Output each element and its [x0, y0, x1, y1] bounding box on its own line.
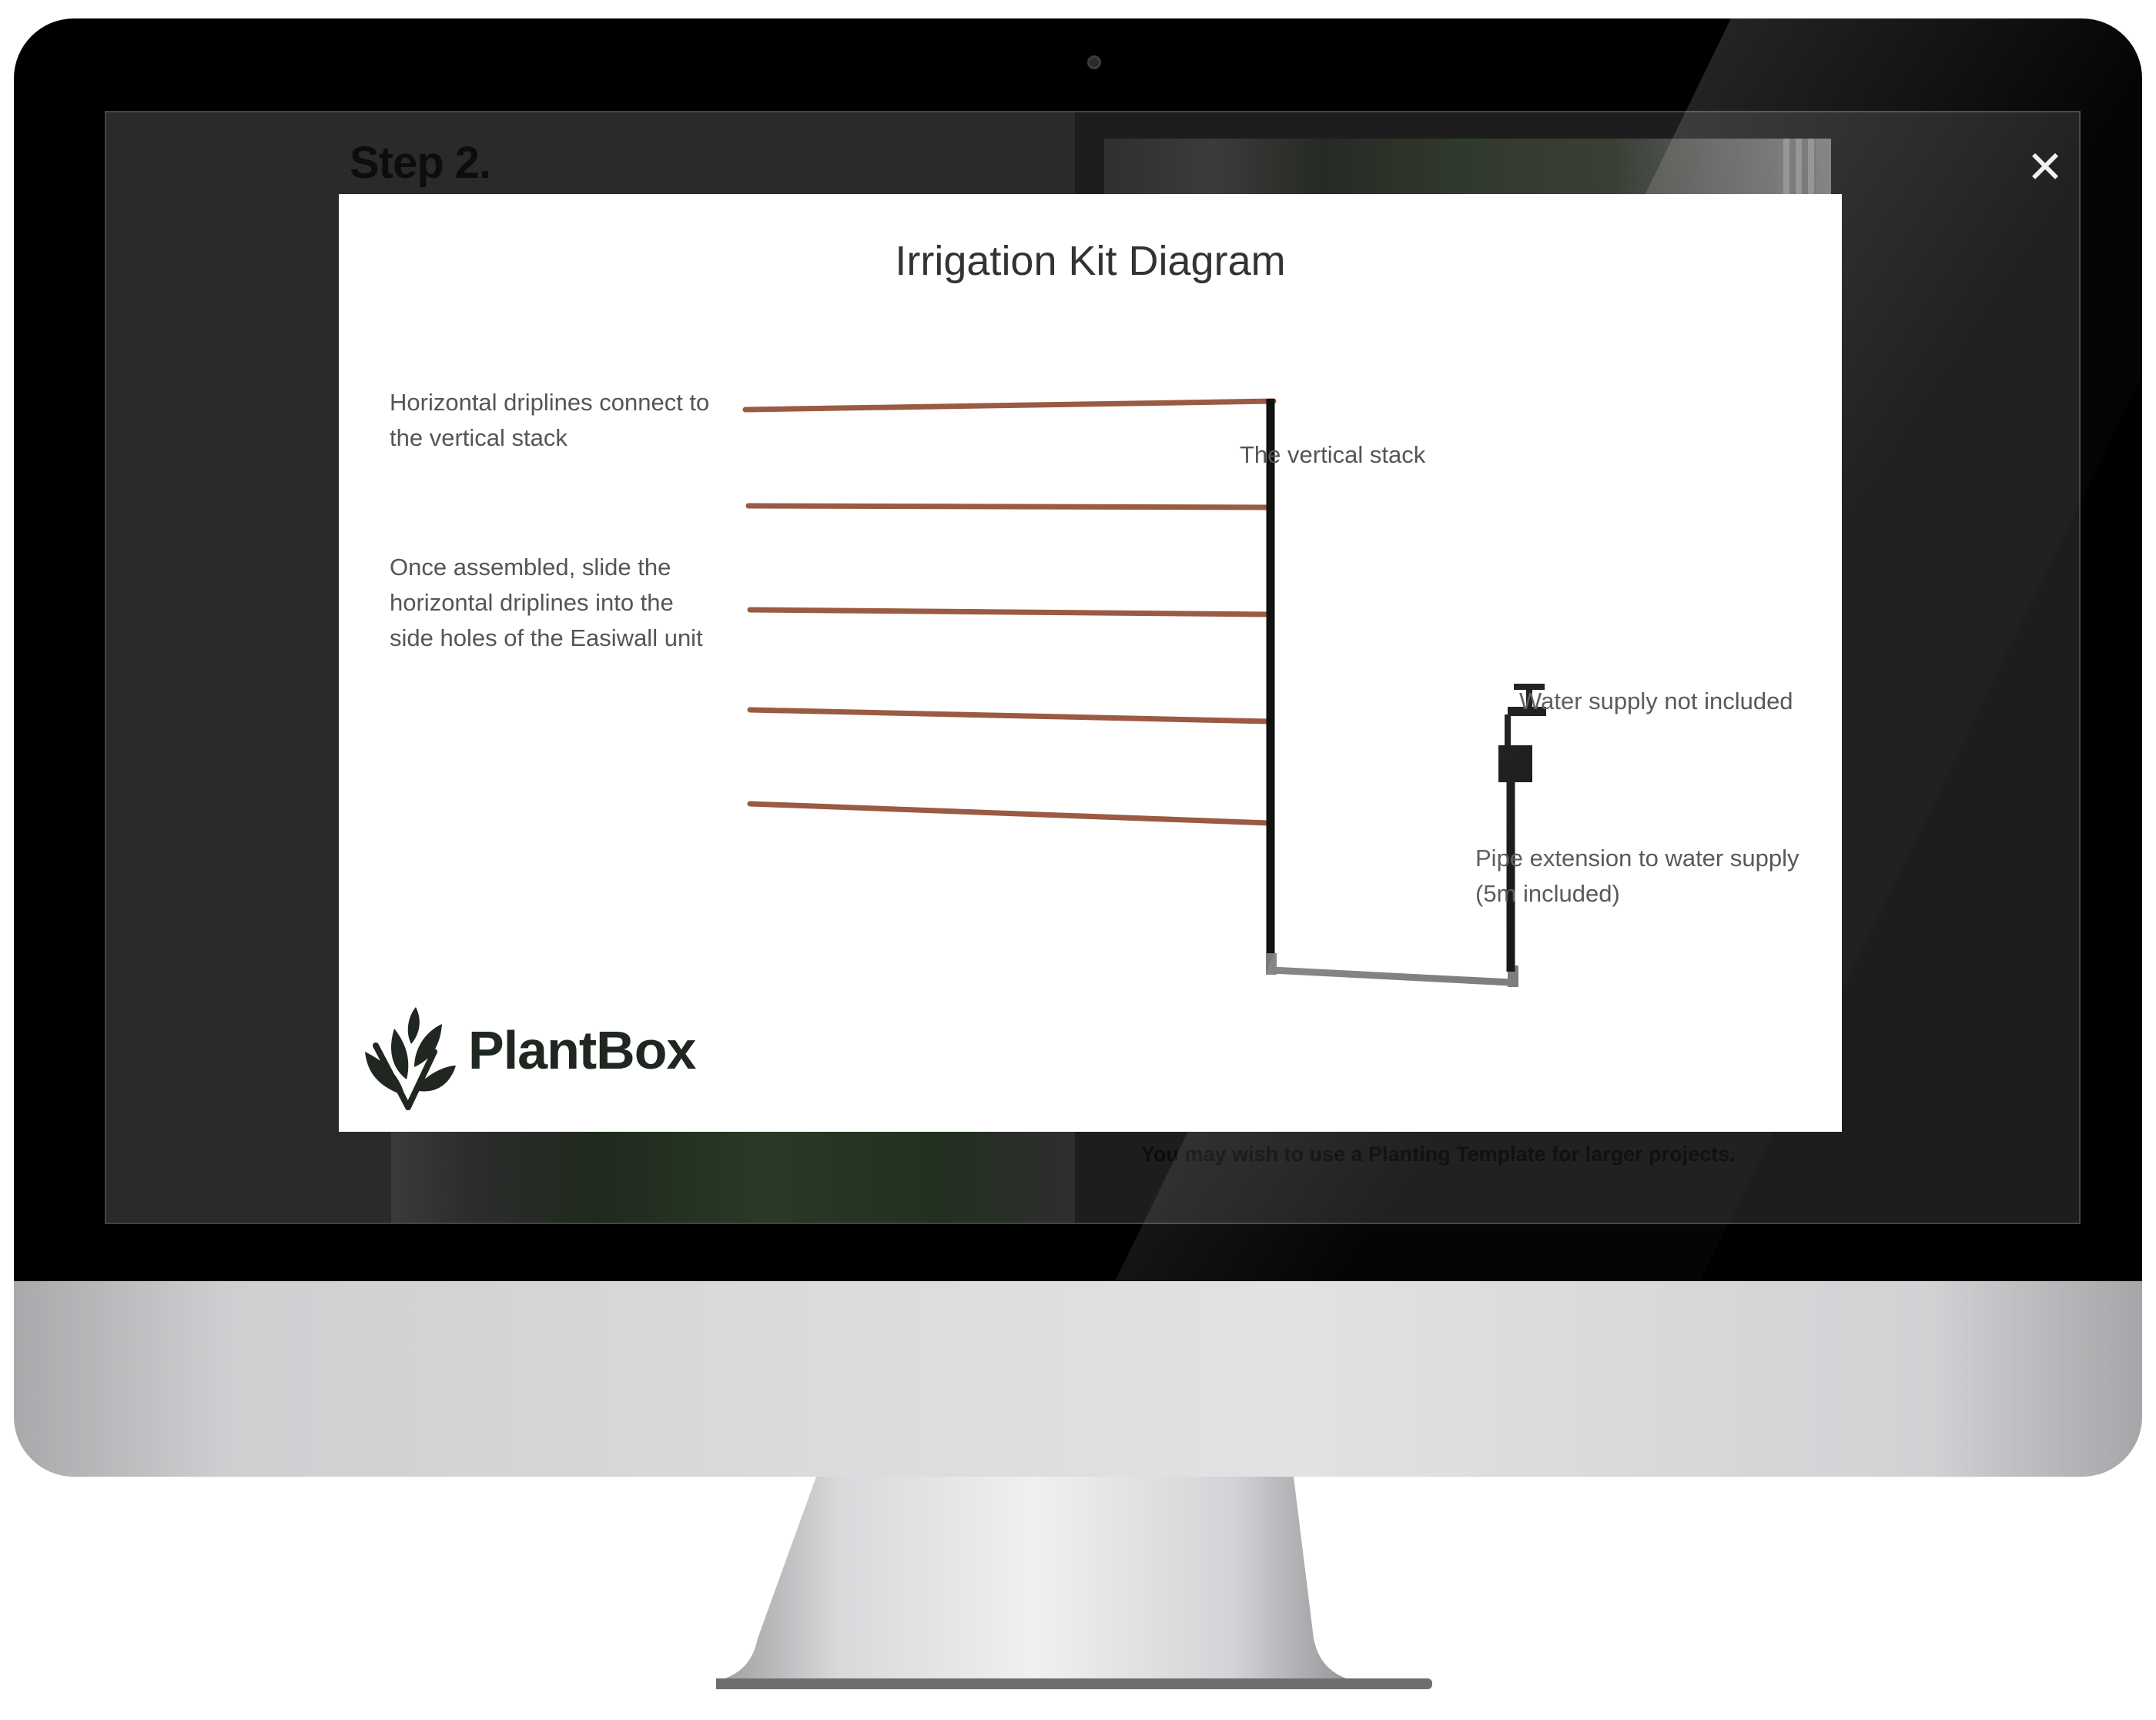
monitor-chin: [14, 1281, 2142, 1477]
modal-title: Irrigation Kit Diagram: [895, 238, 1286, 284]
pipe-connector: [1498, 745, 1532, 782]
step-title: Step 2.: [350, 138, 491, 188]
background-instruction-text: You may wish to use a Planting Template …: [1141, 1143, 1736, 1166]
irrigation-diagram: [742, 398, 1546, 987]
dripline-3: [747, 607, 1272, 617]
monitor-bezel: Step 2. You may wish to use a Planting T…: [14, 18, 2142, 1281]
base-elbow-left: [1266, 953, 1277, 975]
base-pipe: [1270, 966, 1514, 986]
dripline-1: [742, 398, 1277, 413]
vertical-stack-label: The vertical stack: [1240, 441, 1426, 468]
dripline-4: [747, 707, 1272, 724]
pipe-extension-label: Pipe extension to water supply (5m inclu…: [1475, 845, 1799, 907]
close-icon[interactable]: ✕: [2020, 143, 2070, 192]
water-supply-label: Water supply not included: [1519, 688, 1793, 714]
plantbox-logo-text: PlantBox: [468, 1020, 696, 1080]
irrigation-diagram-modal: Irrigation Kit Diagram Horizontal dripli…: [339, 194, 1842, 1132]
dripline-2: [745, 503, 1274, 510]
slide-instruction-label: Once assembled, slide the horizontal dri…: [390, 554, 703, 651]
background-photo-bottom: [391, 1129, 1075, 1223]
webcam-icon: [1087, 55, 1101, 69]
dripline-5: [747, 801, 1272, 826]
plant-leaf-logo-icon: [365, 1007, 456, 1110]
horizontal-driplines-label: Horizontal driplines connect to the vert…: [390, 389, 710, 451]
monitor-stand: [716, 1477, 1432, 1689]
plantbox-logo: PlantBox: [360, 1006, 696, 1113]
screen: Step 2. You may wish to use a Planting T…: [105, 111, 2081, 1224]
